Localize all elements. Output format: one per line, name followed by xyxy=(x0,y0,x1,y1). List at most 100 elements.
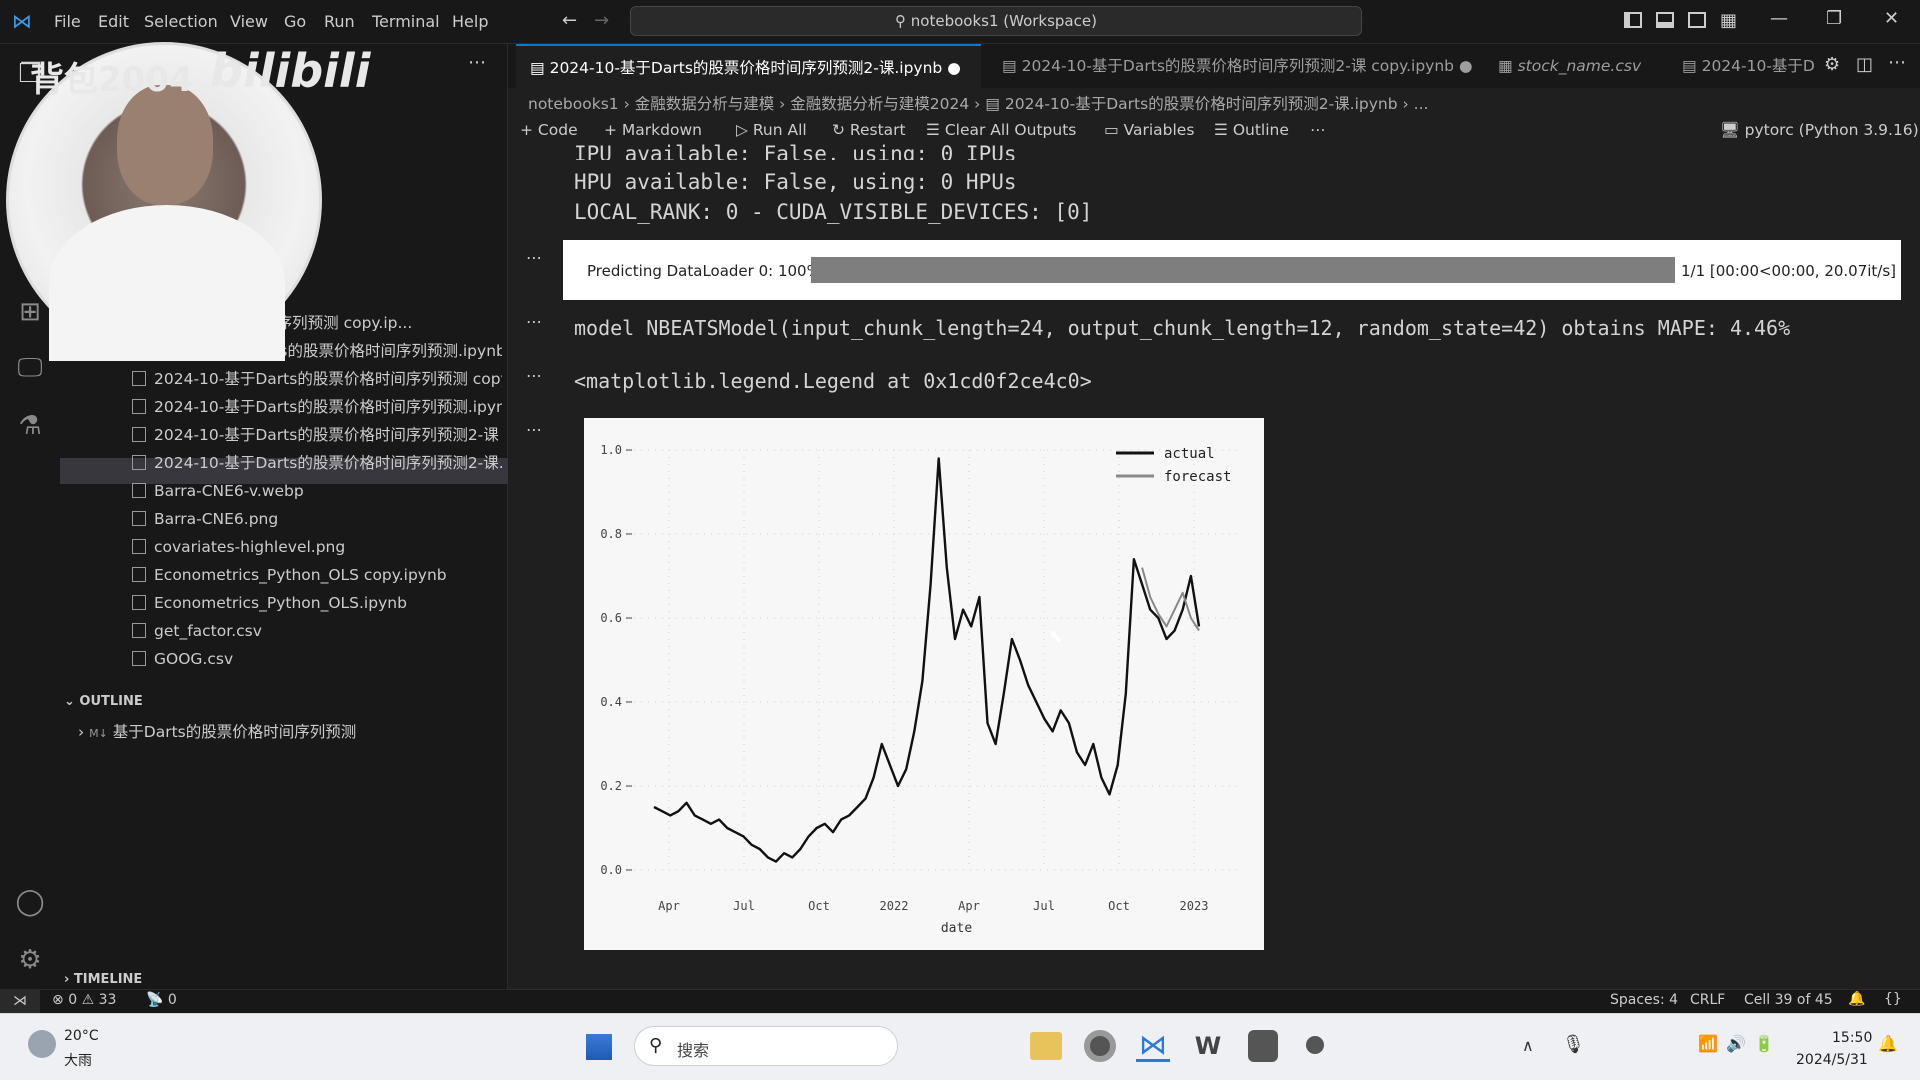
layout-panel-icon[interactable] xyxy=(1656,12,1674,28)
explorer-file[interactable]: covariates-highlevel.png xyxy=(132,534,502,560)
menu-help[interactable]: Help xyxy=(452,12,488,31)
menu-run[interactable]: Run xyxy=(324,12,355,31)
explorer-file[interactable]: Econometrics_Python_OLS.ipynb xyxy=(132,590,502,616)
breadcrumb-item[interactable]: notebooks1 xyxy=(528,95,619,113)
bell-icon[interactable]: 🔔 xyxy=(1848,991,1865,1007)
close-button[interactable]: ✕ xyxy=(1884,8,1899,29)
app-icon[interactable] xyxy=(1248,1030,1278,1062)
eol-status[interactable]: CRLF xyxy=(1690,992,1725,1008)
explorer-file[interactable]: 2024-10-基于Darts的股票价格时间序列预测2-课.i... xyxy=(132,450,502,476)
menu-selection[interactable]: Selection xyxy=(144,12,218,31)
variables-button[interactable]: ▭ Variables xyxy=(1104,121,1194,139)
explorer-file[interactable]: Barra-CNE6-v.webp xyxy=(132,478,502,504)
explorer-file[interactable]: 2024-10-基于Darts的股票价格时间序列预测2-课 c... xyxy=(132,422,502,448)
outline-button[interactable]: ☰ Outline xyxy=(1214,121,1289,139)
microphone-icon[interactable]: 🎙 xyxy=(1562,1034,1585,1055)
remote-explorer-icon[interactable]: 🖵 xyxy=(12,350,48,386)
explorer-file-label: GOOG.csv xyxy=(154,650,234,668)
clock-time[interactable]: 15:50 xyxy=(1832,1030,1872,1046)
tab-active[interactable]: ▤ 2024-10-基于Darts的股票价格时间序列预测2-课.ipynb ● xyxy=(516,44,981,88)
layout-sidebar-icon[interactable] xyxy=(1624,12,1642,28)
tab-copy[interactable]: ▤ 2024-10-基于Darts的股票价格时间序列预测2-课 copy.ipy… xyxy=(988,44,1486,88)
breadcrumb-item[interactable]: 金融数据分析与建模2024 xyxy=(790,95,969,113)
clear-outputs-button[interactable]: ☰ Clear All Outputs xyxy=(926,121,1076,139)
recorder-icon[interactable] xyxy=(1306,1036,1324,1054)
menu-file[interactable]: File xyxy=(54,12,81,31)
breadcrumb-item[interactable]: 金融数据分析与建模 xyxy=(635,95,775,113)
problems-indicator[interactable]: ⊗ 0 ⚠ 33 xyxy=(52,992,116,1008)
cell-more-icon[interactable]: ⋯ xyxy=(526,420,542,439)
tray-chevron-icon[interactable]: ∧ xyxy=(1522,1036,1534,1055)
cell-position-status[interactable]: Cell 39 of 45 xyxy=(1744,992,1833,1008)
more-actions-icon[interactable]: ⋯ xyxy=(1310,121,1326,139)
menu-view[interactable]: View xyxy=(230,12,268,31)
explorer-file[interactable]: get_factor.csv xyxy=(132,618,502,644)
outline-header[interactable]: ⌄ OUTLINE xyxy=(64,694,143,709)
breadcrumb-item[interactable]: 2024-10-基于Darts的股票价格时间序列预测2-课.ipynb xyxy=(1005,95,1398,113)
weather-desc: 大雨 xyxy=(64,1053,92,1069)
cell-more-icon[interactable]: ⋯ xyxy=(526,312,542,331)
volume-icon[interactable]: 🔊 xyxy=(1726,1034,1746,1053)
outline-item[interactable]: › M↓ 基于Darts的股票价格时间序列预测 xyxy=(78,720,356,742)
settings-gear-icon[interactable]: ⚙ xyxy=(12,942,48,978)
menu-terminal[interactable]: Terminal xyxy=(372,12,440,31)
taskbar-search[interactable]: ⚲ 搜索 xyxy=(634,1026,898,1066)
customize-layout-icon[interactable]: ▦ xyxy=(1720,10,1737,31)
kernel-picker[interactable]: 🖥 pytorc (Python 3.9.16) xyxy=(1720,121,1919,139)
explorer-file[interactable]: 2024-10-基于Darts的股票价格时间序列预测 copy ... xyxy=(132,366,502,392)
tab-overflow[interactable]: ▤ 2024-10-基于D xyxy=(1668,44,1829,88)
more-actions-icon[interactable]: ⋯ xyxy=(1888,52,1906,73)
cell-more-icon[interactable]: ⋯ xyxy=(526,248,542,267)
explorer-file[interactable]: GOOG.csv xyxy=(132,646,502,672)
notebook-file-icon xyxy=(132,371,146,386)
braces-icon[interactable]: {} xyxy=(1884,991,1902,1007)
ports-indicator[interactable]: 📡 0 xyxy=(146,992,177,1008)
x-tick-label: Jul xyxy=(733,899,755,913)
add-code-label: Code xyxy=(537,121,578,139)
explorer-file-label: get_factor.csv xyxy=(154,622,262,640)
chrome-icon[interactable] xyxy=(1084,1030,1116,1062)
search-icon: ⚲ xyxy=(649,1035,663,1056)
testing-icon[interactable]: ⚗ xyxy=(12,408,48,444)
progress-label: Predicting DataLoader 0: 100% xyxy=(587,262,821,280)
notebook-icon: ▤ xyxy=(1002,57,1022,75)
indentation-status[interactable]: Spaces: 4 xyxy=(1610,992,1678,1008)
chart-panel: 0.0 0.2 0.4 0.6 0.8 1.0 Apr Jul Oct 2022 Apr Jul Oct… xyxy=(584,418,1264,950)
gear-icon[interactable]: ⚙ xyxy=(1824,54,1840,75)
explorer-file[interactable]: Barra-CNE6.png xyxy=(132,506,502,532)
tab-csv[interactable]: ▦ stock_name.csv xyxy=(1484,44,1655,88)
add-markdown-button[interactable]: + Markdown xyxy=(604,121,702,139)
command-center[interactable]: ⚲ notebooks1 (Workspace) xyxy=(630,6,1362,36)
explorer-file[interactable]: Econometrics_Python_OLS copy.ipynb xyxy=(132,562,502,588)
wps-icon[interactable]: W xyxy=(1192,1030,1224,1062)
cell-more-icon[interactable]: ⋯ xyxy=(526,366,542,385)
clock-date[interactable]: 2024/5/31 xyxy=(1796,1052,1868,1068)
back-arrow-icon[interactable]: ← xyxy=(562,10,577,31)
error-icon: ⊗ xyxy=(52,992,64,1008)
layout-secondary-icon[interactable] xyxy=(1688,12,1706,28)
run-all-button[interactable]: ▷ Run All xyxy=(736,121,807,139)
menu-edit[interactable]: Edit xyxy=(98,12,129,31)
restore-button[interactable]: ❐ xyxy=(1826,8,1842,29)
menu-go[interactable]: Go xyxy=(284,12,306,31)
file-explorer-icon[interactable] xyxy=(1030,1032,1062,1060)
more-actions-icon[interactable]: ⋯ xyxy=(468,52,486,73)
timeline-header[interactable]: › TIMELINE xyxy=(64,972,142,987)
remote-button[interactable]: ⋊ xyxy=(0,990,40,1013)
wifi-icon[interactable]: 📶 xyxy=(1698,1034,1718,1053)
weather-icon[interactable] xyxy=(28,1030,56,1058)
start-button[interactable] xyxy=(584,1032,614,1062)
breadcrumb-item[interactable]: ... xyxy=(1414,95,1429,113)
x-tick-label: Oct xyxy=(808,899,830,913)
forward-arrow-icon[interactable]: → xyxy=(594,10,609,31)
minimize-button[interactable]: — xyxy=(1770,8,1788,29)
explorer-file[interactable]: 2024-10-基于Darts的股票价格时间序列预测.ipynb xyxy=(132,394,502,420)
add-code-button[interactable]: + Code xyxy=(520,121,578,139)
notification-icon[interactable]: 🔔 xyxy=(1878,1034,1898,1053)
split-editor-icon[interactable]: ◫ xyxy=(1856,54,1873,75)
vscode-taskbar-icon[interactable]: ⋈ xyxy=(1136,1028,1170,1062)
account-icon[interactable]: ◯ xyxy=(12,884,48,920)
csv-file-icon xyxy=(132,651,146,666)
restart-button[interactable]: ↻ Restart xyxy=(832,121,906,139)
battery-icon[interactable]: 🔋 xyxy=(1754,1034,1774,1053)
